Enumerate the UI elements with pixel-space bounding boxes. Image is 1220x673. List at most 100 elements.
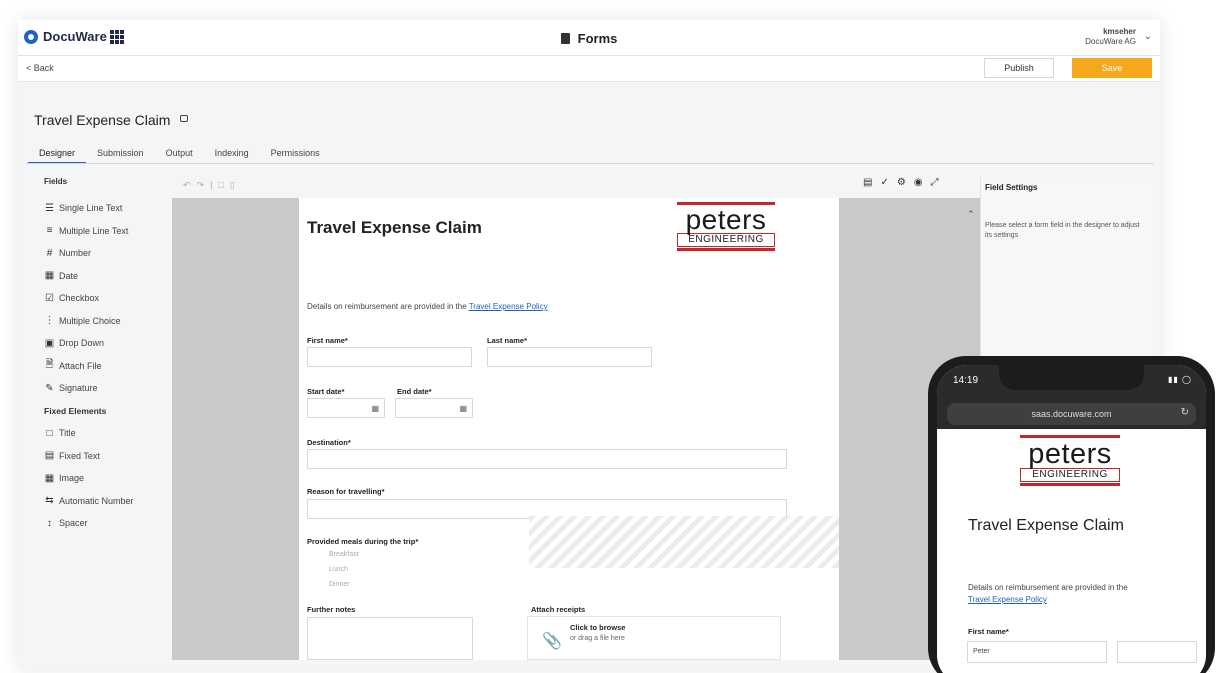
- field-settings-title: Field Settings: [985, 183, 1038, 192]
- field-number[interactable]: # Number: [36, 242, 171, 265]
- phone-notch: [999, 365, 1144, 390]
- field-date[interactable]: ▦ Date: [36, 265, 171, 288]
- single-line-text-icon: ☰: [45, 202, 54, 214]
- field-multiple-choice[interactable]: ⋮ Multiple Choice: [36, 310, 171, 333]
- tab-output[interactable]: Output: [155, 146, 204, 164]
- logo-subtitle: ENGINEERING: [677, 233, 775, 247]
- spacer-placeholder: [529, 516, 839, 568]
- destination-field[interactable]: [307, 449, 787, 469]
- comment-icon[interactable]: [180, 115, 189, 122]
- settings-gear-icon[interactable]: ⚙: [897, 177, 906, 188]
- url-text: saas.docuware.com: [1031, 409, 1112, 419]
- logo-bar: [677, 248, 775, 251]
- phone-first-name-field[interactable]: Peter: [967, 641, 1107, 663]
- destination-label: Destination*: [307, 438, 351, 447]
- field-label: Multiple Choice: [59, 315, 121, 326]
- designer-tabs: Designer Submission Output Indexing Perm…: [28, 146, 331, 164]
- field-drop-down[interactable]: ▣ Drop Down: [36, 332, 171, 355]
- start-date-label: Start date*: [307, 387, 345, 396]
- field-signature[interactable]: ✎ Signature: [36, 377, 171, 400]
- end-date-label: End date*: [397, 387, 432, 396]
- field-label: Date: [59, 270, 79, 281]
- first-name-field[interactable]: [307, 347, 472, 367]
- automatic-number-icon: ⇆: [45, 495, 54, 507]
- field-label: Title: [59, 428, 76, 439]
- delete-icon[interactable]: ▯: [230, 180, 241, 190]
- save-button[interactable]: Save: [1072, 58, 1152, 78]
- start-date-field[interactable]: ▦: [307, 398, 385, 418]
- fields-header: Fields: [44, 177, 68, 186]
- phone-reimbursement-text: Details on reimbursement are provided in…: [968, 582, 1183, 606]
- field-single-line-text[interactable]: ☰ Single Line Text: [36, 197, 171, 220]
- field-multiple-line-text[interactable]: ≡ Multiple Line Text: [36, 220, 171, 243]
- redo-icon[interactable]: ↷: [197, 180, 211, 190]
- copy-icon[interactable]: □: [218, 180, 229, 190]
- collapse-chevron-icon[interactable]: ⌃: [967, 209, 975, 220]
- peters-engineering-logo[interactable]: peters ENGINEERING: [677, 202, 775, 251]
- address-field[interactable]: saas.docuware.com ↻: [947, 403, 1196, 425]
- calendar-icon[interactable]: ▦: [459, 404, 467, 413]
- meal-option-breakfast[interactable]: Breakfast: [329, 551, 359, 558]
- drop-down-icon: ▣: [44, 337, 55, 349]
- tab-designer[interactable]: Designer: [28, 146, 87, 164]
- save-layout-icon[interactable]: ▤: [863, 177, 872, 188]
- phone-peters-logo: peters ENGINEERING: [1020, 435, 1120, 486]
- logo-bar: [1020, 483, 1120, 486]
- field-label: Fixed Text: [59, 450, 100, 461]
- app-title-text: Forms: [577, 31, 618, 46]
- field-automatic-number[interactable]: ⇆ Automatic Number: [36, 490, 171, 513]
- further-notes-label: Further notes: [307, 605, 356, 614]
- reimbursement-text[interactable]: Details on reimbursement are provided in…: [307, 302, 548, 311]
- field-label: Single Line Text: [59, 203, 123, 214]
- calendar-icon[interactable]: ▦: [371, 404, 379, 413]
- field-label: Automatic Number: [59, 495, 134, 506]
- field-label: Checkbox: [59, 293, 100, 304]
- click-to-browse[interactable]: Click to browse: [570, 623, 625, 632]
- reimbursement-text-body: Details on reimbursement are provided in…: [307, 302, 467, 311]
- preview-icon[interactable]: ◉: [914, 177, 923, 188]
- form-title: Travel Expense Claim: [34, 112, 189, 128]
- end-date-field[interactable]: ▦: [395, 398, 473, 418]
- back-link[interactable]: < Back: [26, 63, 54, 73]
- user-name: kmseher: [1103, 27, 1136, 36]
- reload-icon[interactable]: ↻: [1181, 407, 1189, 418]
- form-heading[interactable]: Travel Expense Claim: [307, 218, 482, 238]
- last-name-field[interactable]: [487, 347, 652, 367]
- signal-wifi-battery-icon: ▮▮ ◯: [1168, 375, 1192, 384]
- phone-travel-policy-link[interactable]: Travel Expense Policy: [968, 595, 1047, 604]
- chevron-down-icon[interactable]: ⌄: [1144, 31, 1152, 42]
- fullscreen-icon[interactable]: ⤢: [931, 177, 939, 188]
- field-attach-file[interactable]: 🗎 Attach File: [36, 355, 171, 378]
- last-name-label: Last name*: [487, 336, 528, 345]
- publish-button[interactable]: Publish: [984, 58, 1054, 78]
- reason-label: Reason for travelling*: [307, 487, 385, 496]
- tab-indexing[interactable]: Indexing: [204, 146, 260, 164]
- user-menu[interactable]: kmseher DocuWare AG: [1085, 27, 1136, 47]
- field-label: Number: [59, 248, 92, 259]
- meal-option-lunch[interactable]: Lunch: [329, 566, 348, 573]
- paperclip-icon: 📎: [542, 633, 562, 650]
- further-notes-field[interactable]: [307, 617, 473, 660]
- form-page: Travel Expense Claim peters ENGINEERING …: [299, 198, 839, 660]
- field-title[interactable]: □ Title: [36, 422, 171, 445]
- view-toolbar: ▤ ✓ ⚙ ◉ ⤢: [863, 177, 939, 188]
- field-checkbox[interactable]: ☑ Checkbox: [36, 287, 171, 310]
- phone-last-name-field[interactable]: [1117, 641, 1197, 663]
- field-image[interactable]: ▦ Image: [36, 467, 171, 490]
- multiple-choice-icon: ⋮: [44, 315, 55, 327]
- field-spacer[interactable]: ↕ Spacer: [36, 512, 171, 535]
- phone-screen: 14:19 ▮▮ ◯ saas.docuware.com ↻ peters EN…: [937, 365, 1206, 673]
- travel-policy-link[interactable]: Travel Expense Policy: [469, 302, 548, 311]
- field-fixed-text[interactable]: ▤ Fixed Text: [36, 445, 171, 468]
- edit-toolbar: ↶↷|□▯: [183, 180, 241, 191]
- tab-permissions[interactable]: Permissions: [260, 146, 331, 164]
- field-label: Signature: [59, 383, 98, 394]
- meal-option-dinner[interactable]: Dinner: [329, 581, 350, 588]
- tab-submission[interactable]: Submission: [86, 146, 155, 164]
- undo-icon[interactable]: ↶: [183, 180, 197, 190]
- attach-receipts-dropzone[interactable]: 📎 Click to browse or drag a file here: [527, 616, 781, 660]
- field-label: Multiple Line Text: [59, 225, 129, 236]
- validate-icon[interactable]: ✓: [880, 177, 888, 188]
- logo-subtitle: ENGINEERING: [1020, 468, 1120, 482]
- attach-file-icon: 🗎: [45, 359, 54, 371]
